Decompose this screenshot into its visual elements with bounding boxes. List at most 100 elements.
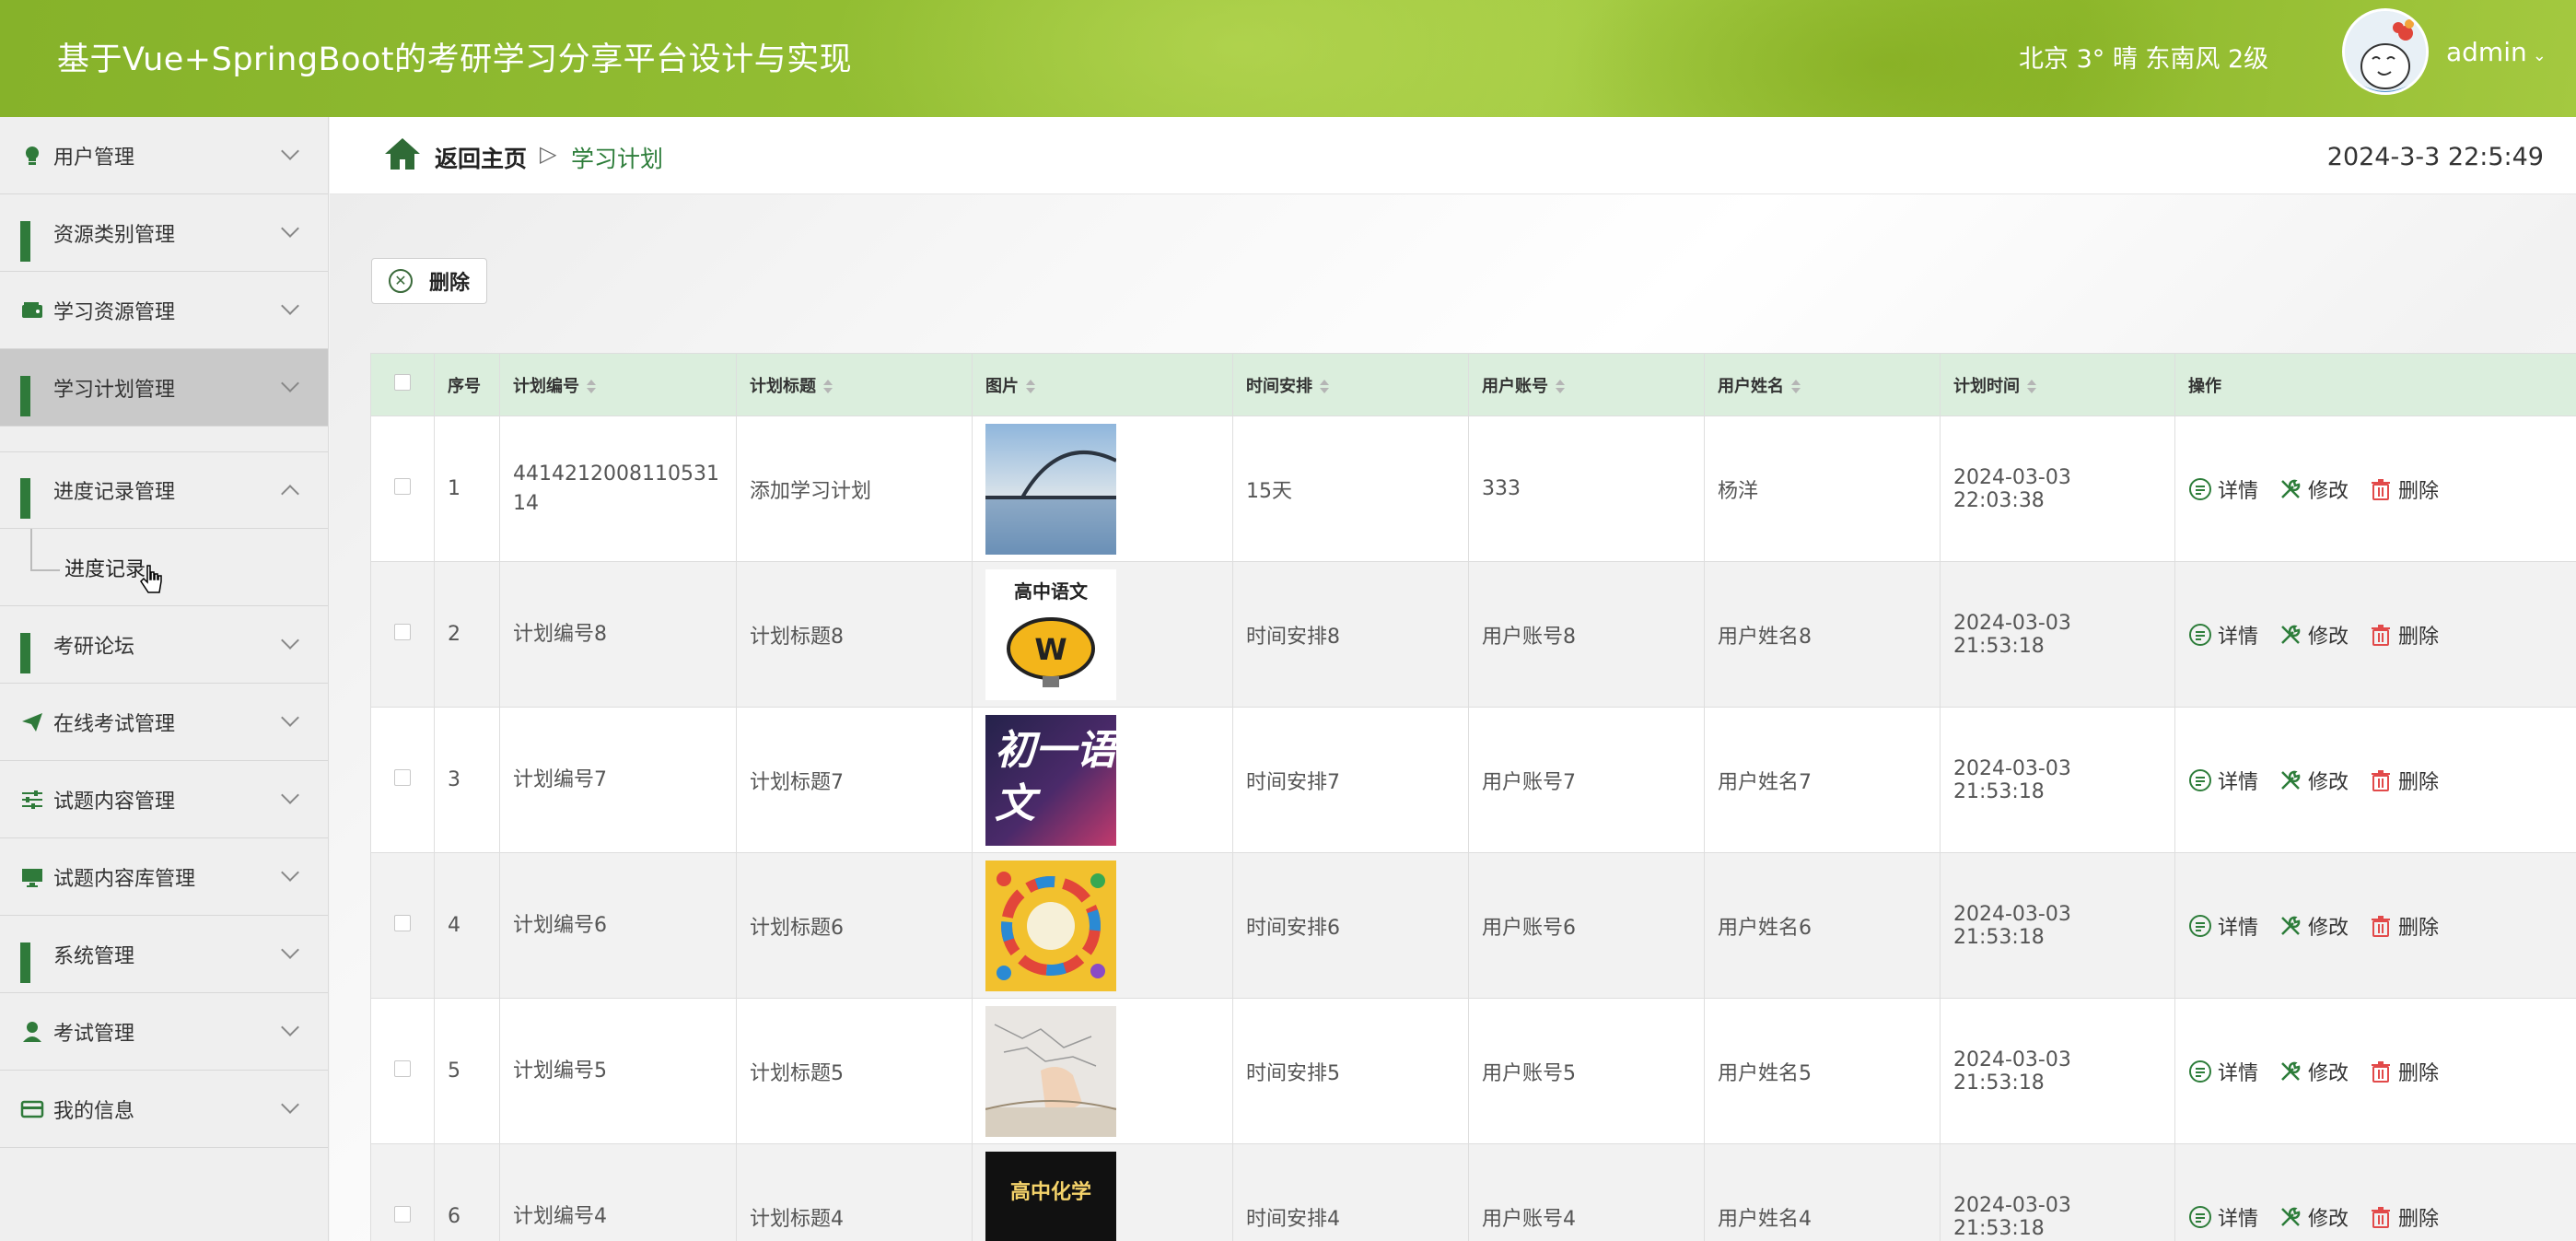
action-label: 修改 bbox=[2308, 770, 2349, 794]
cell-actions: 详情 修改 删除 bbox=[2174, 998, 2576, 1144]
cell-image: 高中语文 W bbox=[972, 561, 1233, 708]
detail-icon bbox=[2189, 477, 2211, 500]
column-header-account[interactable]: 用户账号 bbox=[1468, 353, 1705, 416]
sidebar-item-system[interactable]: 系统管理 bbox=[0, 916, 328, 993]
cell-code: 计划编号7 bbox=[499, 707, 737, 853]
edit-button[interactable]: 修改 bbox=[2279, 620, 2349, 650]
sidebar-item-exam-management[interactable]: 考试管理 bbox=[0, 993, 328, 1071]
sidebar-item-forum[interactable]: 考研论坛 bbox=[0, 606, 328, 684]
delete-button[interactable]: 删除 bbox=[2369, 911, 2439, 941]
select-all-checkbox[interactable] bbox=[394, 374, 411, 391]
breadcrumb-separator: ▷ bbox=[540, 141, 557, 167]
sliders-icon bbox=[22, 790, 42, 809]
row-checkbox[interactable] bbox=[394, 478, 411, 495]
edit-button[interactable]: 修改 bbox=[2279, 1202, 2349, 1232]
delete-button-label: 删除 bbox=[429, 272, 471, 295]
sidebar-item-question-bank[interactable]: 试题内容库管理 bbox=[0, 838, 328, 916]
avatar[interactable] bbox=[2342, 8, 2429, 95]
action-label: 修改 bbox=[2308, 1207, 2349, 1231]
cell-title: 计划标题7 bbox=[736, 707, 973, 853]
sort-icon[interactable] bbox=[1026, 380, 1035, 393]
detail-button[interactable]: 详情 bbox=[2188, 911, 2258, 941]
action-label: 详情 bbox=[2218, 479, 2259, 503]
chevron-down-icon bbox=[281, 374, 299, 392]
wrench-icon bbox=[2281, 1207, 2301, 1226]
row-checkbox[interactable] bbox=[394, 769, 411, 786]
breadcrumb-current: 学习计划 bbox=[571, 146, 664, 172]
chevron-down-icon bbox=[281, 941, 299, 959]
cell-schedule: 时间安排4 bbox=[1232, 1143, 1469, 1241]
detail-button[interactable]: 详情 bbox=[2188, 1057, 2258, 1086]
delete-button[interactable]: 删除 bbox=[2369, 620, 2439, 650]
edit-button[interactable]: 修改 bbox=[2279, 1057, 2349, 1086]
column-header-name[interactable]: 用户姓名 bbox=[1704, 353, 1941, 416]
delete-button[interactable]: 删除 bbox=[2369, 766, 2439, 795]
column-header-image[interactable]: 图片 bbox=[972, 353, 1233, 416]
row-checkbox[interactable] bbox=[394, 1060, 411, 1077]
detail-icon bbox=[2189, 623, 2211, 646]
cell-actions: 详情 修改 删除 bbox=[2174, 561, 2576, 708]
cell-time: 2024-03-03 21:53:18 bbox=[1940, 852, 2175, 999]
delete-button[interactable]: 删除 bbox=[2369, 474, 2439, 504]
chevron-down-icon bbox=[281, 219, 299, 238]
chinese-book-cover: 高中语文 W bbox=[985, 568, 1116, 700]
cell-image bbox=[972, 852, 1233, 999]
sort-icon[interactable] bbox=[823, 380, 833, 393]
row-select-cell bbox=[370, 707, 435, 853]
chevron-down-icon bbox=[281, 708, 299, 727]
sidebar-item-study-plan[interactable]: 学习计划管理 bbox=[0, 349, 328, 427]
cell-schedule: 时间安排7 bbox=[1232, 707, 1469, 853]
sidebar-item-my-info[interactable]: 我的信息 bbox=[0, 1071, 328, 1148]
column-header-time[interactable]: 计划时间 bbox=[1940, 353, 2175, 416]
edit-button[interactable]: 修改 bbox=[2279, 766, 2349, 795]
user-menu[interactable]: admin ⌄ bbox=[2446, 37, 2547, 67]
sort-icon[interactable] bbox=[1791, 380, 1801, 393]
delete-button[interactable]: 删除 bbox=[2369, 1202, 2439, 1232]
trash-icon bbox=[2372, 1060, 2391, 1083]
column-header-schedule[interactable]: 时间安排 bbox=[1232, 353, 1469, 416]
home-icon[interactable] bbox=[383, 135, 422, 172]
detail-icon bbox=[2189, 914, 2211, 937]
trash-icon bbox=[2372, 1206, 2391, 1228]
row-checkbox[interactable] bbox=[394, 624, 411, 640]
sidebar-item-user-management[interactable]: 用户管理 bbox=[0, 117, 328, 194]
sort-icon[interactable] bbox=[2027, 380, 2036, 393]
column-header-code[interactable]: 计划编号 bbox=[499, 353, 737, 416]
breadcrumb-home-link[interactable]: 返回主页 bbox=[435, 141, 527, 174]
detail-icon bbox=[2189, 768, 2211, 791]
sidebar-item-question-content[interactable]: 试题内容管理 bbox=[0, 761, 328, 838]
sidebar-item-online-exam[interactable]: 在线考试管理 bbox=[0, 684, 328, 761]
sidebar-subitem-progress[interactable]: 进度记录 bbox=[0, 529, 328, 606]
edit-button[interactable]: 修改 bbox=[2279, 911, 2349, 941]
cell-name: 用户姓名8 bbox=[1704, 561, 1941, 708]
chevron-down-icon bbox=[281, 863, 299, 882]
sidebar-item-label: 考试管理 bbox=[53, 1022, 135, 1046]
row-checkbox[interactable] bbox=[394, 915, 411, 931]
detail-button[interactable]: 详情 bbox=[2188, 1202, 2258, 1232]
detail-button[interactable]: 详情 bbox=[2188, 474, 2258, 504]
edit-button[interactable]: 修改 bbox=[2279, 474, 2349, 504]
sidebar-item-progress-record[interactable]: 进度记录管理 bbox=[0, 451, 328, 529]
detail-button[interactable]: 详情 bbox=[2188, 620, 2258, 650]
trash-icon bbox=[2372, 624, 2391, 646]
delete-button[interactable]: 删除 bbox=[2369, 1057, 2439, 1086]
batch-delete-button[interactable]: ✕ 删除 bbox=[371, 258, 487, 304]
sidebar-item-label: 在线考试管理 bbox=[53, 712, 176, 736]
sort-icon[interactable] bbox=[1320, 380, 1329, 393]
cell-image: 高中化学 bbox=[972, 1143, 1233, 1241]
cell-no: 4 bbox=[434, 852, 500, 999]
sidebar-item-learning-resource[interactable]: 学习资源管理 bbox=[0, 272, 328, 349]
sort-icon[interactable] bbox=[587, 380, 596, 393]
sidebar-item-resource-category[interactable]: 资源类别管理 bbox=[0, 194, 328, 272]
action-label: 删除 bbox=[2398, 1061, 2440, 1085]
cell-name: 用户姓名4 bbox=[1704, 1143, 1941, 1241]
cell-title: 计划标题5 bbox=[736, 998, 973, 1144]
column-header-title[interactable]: 计划标题 bbox=[736, 353, 973, 416]
sort-icon[interactable] bbox=[1556, 380, 1565, 393]
table-row: 4 计划编号6 计划标题6 时间安排6 用户账号6 用户姓名6 2024-03-03 21:… bbox=[370, 852, 2576, 999]
row-checkbox[interactable] bbox=[394, 1206, 411, 1223]
site-title: 基于Vue+SpringBoot的考研学习分享平台设计与实现 bbox=[57, 41, 853, 78]
wallet-icon bbox=[22, 301, 42, 318]
detail-button[interactable]: 详情 bbox=[2188, 766, 2258, 795]
